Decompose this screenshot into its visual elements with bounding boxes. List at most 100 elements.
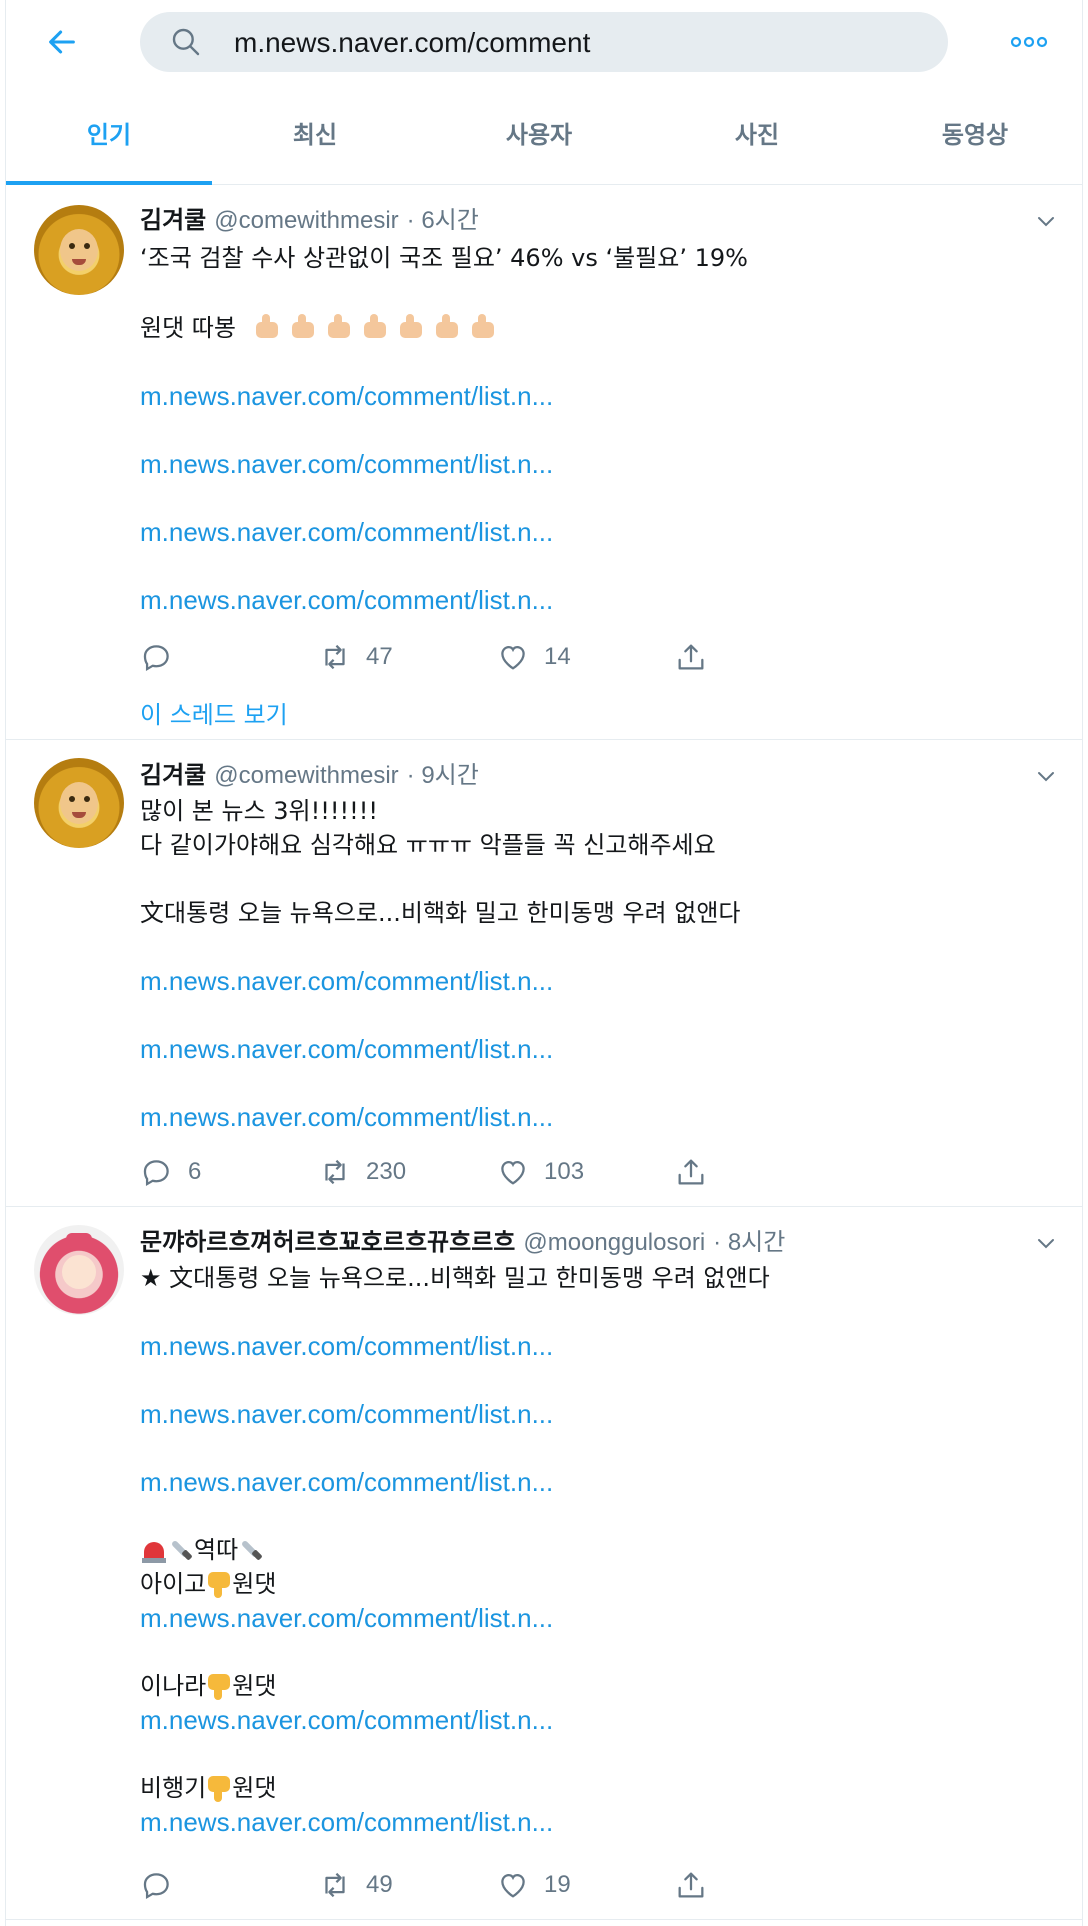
tweet-text-segment: 역따 bbox=[194, 1536, 239, 1564]
tweet-text: ★ 文대통령 오늘 뉴욕으로...비핵화 밀고 한미동맹 우려 없앤다 bbox=[140, 1264, 770, 1292]
search-input[interactable] bbox=[232, 20, 926, 66]
more-options-button[interactable] bbox=[1004, 22, 1054, 62]
reply-icon bbox=[143, 645, 169, 672]
display-name[interactable]: 김겨쿨 bbox=[140, 206, 206, 234]
thumbs-up-icon bbox=[362, 314, 390, 340]
retweet-button[interactable]: 230 bbox=[318, 1152, 406, 1192]
tweet-link[interactable]: m.news.naver.com/comment/list.n... bbox=[140, 964, 553, 998]
display-name[interactable]: 문꺄하르흐껴허르흐꾜호르흐뀨흐르흐 bbox=[140, 1228, 515, 1256]
like-count: 103 bbox=[544, 1158, 585, 1185]
tab-photos[interactable]: 사진 bbox=[654, 96, 860, 184]
tweet-text-segment: 원댓 bbox=[232, 1774, 277, 1802]
like-button[interactable]: 19 bbox=[496, 1865, 571, 1905]
tweet-link[interactable]: m.news.naver.com/comment/list.n... bbox=[140, 1805, 553, 1839]
reply-button[interactable] bbox=[140, 1865, 188, 1905]
tweet-actions: 6 230 103 bbox=[140, 1152, 704, 1192]
more-dots-icon bbox=[1010, 36, 1048, 48]
tweet-text-segment: 원댓 따봉 bbox=[140, 314, 236, 342]
tweet-link[interactable]: m.news.naver.com/comment/list.n... bbox=[140, 1601, 553, 1635]
avatar[interactable] bbox=[34, 758, 124, 848]
tab-latest[interactable]: 최신 bbox=[212, 96, 418, 184]
retweet-icon bbox=[325, 1872, 345, 1898]
tweet-link[interactable]: m.news.naver.com/comment/list.n... bbox=[140, 447, 553, 481]
timestamp[interactable]: · 9시간 bbox=[407, 762, 479, 789]
thumbs-down-icon bbox=[206, 1774, 232, 1802]
thumbs-up-icon bbox=[470, 314, 498, 340]
handle[interactable]: @comewithmesir bbox=[214, 762, 398, 789]
handle[interactable]: @moonggulosori bbox=[523, 1229, 705, 1256]
tweet-menu-button[interactable] bbox=[1030, 1227, 1062, 1259]
display-name[interactable]: 김겨쿨 bbox=[140, 761, 206, 789]
tweet-link[interactable]: m.news.naver.com/comment/list.n... bbox=[140, 1100, 553, 1134]
tweet-body: ★ 文대통령 오늘 뉴욕으로...비핵화 밀고 한미동맹 우려 없앤다 m.ne… bbox=[140, 1261, 1040, 1837]
tweet-text: 이나라 원댓 bbox=[140, 1669, 276, 1703]
reply-icon bbox=[143, 1873, 169, 1900]
tab-popular[interactable]: 인기 bbox=[6, 96, 212, 185]
timestamp[interactable]: · 8시간 bbox=[713, 1229, 785, 1256]
thumbs-down-icon bbox=[206, 1570, 232, 1598]
tweet-link[interactable]: m.news.naver.com/comment/list.n... bbox=[140, 515, 553, 549]
thumbs-up-icon bbox=[326, 314, 354, 340]
thumbs-up-icon bbox=[434, 314, 462, 340]
tweet-link[interactable]: m.news.naver.com/comment/list.n... bbox=[140, 379, 553, 413]
tweet-text: 역따 bbox=[140, 1533, 264, 1567]
tweet-body: 많이 본 뉴스 3위!!!!!!! 다 같이가야해요 심각해요 ㅠㅠㅠ 악플들 … bbox=[140, 794, 1040, 1132]
tweet-header: 김겨쿨 @comewithmesir · 9시간 bbox=[140, 758, 479, 792]
tweet-header: 김겨쿨 @comewithmesir · 6시간 bbox=[140, 203, 479, 237]
tweet-header: 문꺄하르흐껴허르흐꾜호르흐뀨흐르흐 @moonggulosori · 8시간 bbox=[140, 1225, 785, 1259]
siren-icon bbox=[140, 1536, 168, 1564]
heart-icon bbox=[501, 645, 525, 670]
tweet-actions: 47 14 bbox=[140, 637, 704, 677]
tweet[interactable]: 김겨쿨 @comewithmesir · 9시간 많이 본 뉴스 3위!!!!!!!… bbox=[6, 740, 1082, 1207]
share-icon bbox=[678, 1159, 704, 1185]
tweet-text: 아이고 원댓 bbox=[140, 1567, 276, 1601]
tab-videos[interactable]: 동영상 bbox=[872, 96, 1078, 184]
like-button[interactable]: 14 bbox=[496, 637, 571, 677]
tweet-link[interactable]: m.news.naver.com/comment/list.n... bbox=[140, 583, 553, 617]
share-button[interactable] bbox=[674, 1865, 708, 1905]
tweet-text-segment: 아이고 bbox=[140, 1570, 207, 1598]
chevron-down-icon bbox=[1038, 217, 1054, 227]
knife-icon bbox=[238, 1536, 264, 1564]
handle[interactable]: @comewithmesir bbox=[214, 207, 398, 234]
reply-button[interactable] bbox=[140, 637, 188, 677]
retweet-button[interactable]: 49 bbox=[318, 1865, 393, 1905]
tweet-link[interactable]: m.news.naver.com/comment/list.n... bbox=[140, 1397, 553, 1431]
like-button[interactable]: 103 bbox=[496, 1152, 584, 1192]
search-box[interactable] bbox=[140, 12, 948, 72]
tweet-text: ‘조국 검찰 수사 상관없이 국조 필요’ 46% vs ‘불필요’ 19% bbox=[140, 244, 748, 272]
timestamp[interactable]: · 6시간 bbox=[407, 207, 479, 234]
heart-icon bbox=[501, 1873, 525, 1898]
search-icon bbox=[172, 28, 200, 56]
tweet-text: 원댓 따봉 bbox=[140, 311, 506, 345]
tweet-link[interactable]: m.news.naver.com/comment/list.n... bbox=[140, 1703, 553, 1737]
retweet-button[interactable]: 47 bbox=[318, 637, 393, 677]
search-tabs: 인기 최신 사용자 사진 동영상 bbox=[6, 96, 1082, 185]
avatar[interactable] bbox=[34, 1225, 124, 1315]
tweet-text-segment: 원댓 bbox=[232, 1672, 277, 1700]
tweet-body: ‘조국 검찰 수사 상관없이 국조 필요’ 46% vs ‘불필요’ 19% 원… bbox=[140, 239, 1040, 615]
tweet-link[interactable]: m.news.naver.com/comment/list.n... bbox=[140, 1032, 553, 1066]
tweet-actions: 49 19 bbox=[140, 1865, 704, 1905]
like-count: 19 bbox=[544, 1871, 571, 1898]
share-button[interactable] bbox=[674, 1152, 708, 1192]
reply-count: 6 bbox=[188, 1158, 202, 1185]
tweet-link[interactable]: m.news.naver.com/comment/list.n... bbox=[140, 1329, 553, 1363]
reply-button[interactable]: 6 bbox=[140, 1152, 201, 1192]
share-icon bbox=[678, 644, 704, 670]
tab-people[interactable]: 사용자 bbox=[436, 96, 642, 184]
thumbs-down-icon bbox=[206, 1672, 232, 1700]
thumbs-up-icon bbox=[290, 314, 318, 340]
share-button[interactable] bbox=[674, 637, 708, 677]
back-button[interactable] bbox=[40, 20, 84, 64]
avatar[interactable] bbox=[34, 205, 124, 295]
retweet-icon bbox=[325, 1159, 345, 1185]
retweet-count: 47 bbox=[366, 643, 393, 670]
tweet[interactable]: 김겨쿨 @comewithmesir · 6시간 ‘조국 검찰 수사 상관없이 국조… bbox=[6, 185, 1082, 740]
tweet-link[interactable]: m.news.naver.com/comment/list.n... bbox=[140, 1465, 553, 1499]
tweet-menu-button[interactable] bbox=[1030, 205, 1062, 237]
chevron-down-icon bbox=[1038, 1239, 1054, 1249]
tweet-menu-button[interactable] bbox=[1030, 760, 1062, 792]
tweet[interactable]: 문꺄하르흐껴허르흐꾜호르흐뀨흐르흐 @moonggulosori · 8시간 ★ 文… bbox=[6, 1207, 1082, 1920]
show-thread-link[interactable]: 이 스레드 보기 bbox=[140, 695, 288, 730]
